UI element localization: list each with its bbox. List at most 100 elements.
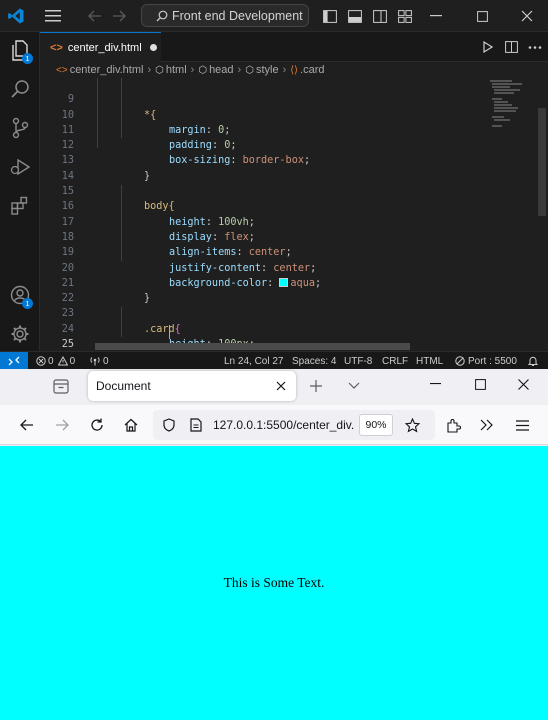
page-text: This is Some Text. [223,575,325,590]
toggle-secondary-sidebar-icon[interactable] [370,5,390,27]
split-editor-icon[interactable] [500,36,522,58]
tab-document[interactable]: Document [88,371,296,401]
toggle-panel-icon[interactable] [345,5,365,27]
forward-arrow-icon[interactable] [51,405,73,445]
command-center-text: Front end Development [172,8,303,23]
breadcrumb-head[interactable]: head [209,64,233,76]
firefox-window: Document 127.0.0.1:5500/center_div. 90% … [0,369,548,720]
problems-indicator[interactable]: 0 0 [36,352,75,370]
vscode-titlebar: Front end Development [0,0,548,32]
tab-label: center_div.html [67,41,142,54]
code-line: 21 } [40,261,480,304]
code-line: 13 } [40,138,480,181]
explorer-badge: 1 [22,53,33,64]
home-icon[interactable] [120,405,142,445]
nav-forward-icon[interactable] [108,4,130,28]
code-line: 24 height: 100px; [40,307,480,350]
code-line: 16 height: 100vh; [40,184,480,227]
browser-minimize-icon[interactable] [424,373,446,395]
bookmark-star-icon[interactable] [403,416,421,434]
toggle-primary-sidebar-icon[interactable] [320,5,340,27]
code-line: 23 .card{ [40,291,480,334]
cursor-position[interactable]: Ln 24, Col 27 [224,352,284,370]
window-maximize-icon[interactable] [470,5,494,27]
breadcrumb-file[interactable]: center_div.html [70,64,144,76]
unsaved-dot-icon[interactable] [149,44,157,51]
code-line-current: 25 [40,322,480,350]
breadcrumb-style[interactable]: style [256,64,279,76]
address-bar[interactable]: 127.0.0.1:5500/center_div.html 90% [153,410,435,440]
code-line: 22 [40,276,480,304]
run-icon[interactable] [477,36,499,58]
new-tab-icon[interactable] [306,375,326,397]
code-line: 17 display: flex; [40,199,480,243]
end-of-line[interactable]: CRLF [382,352,408,370]
overflow-chevrons-icon[interactable] [476,405,498,445]
code-line: 20 background-color: aqua; [40,245,480,289]
vscode-window: Front end Development 1 1 <> center_div.… [0,0,548,370]
chevron-right-icon: › [147,64,152,76]
source-control-icon[interactable] [0,111,40,145]
accounts-icon[interactable]: 1 [0,278,40,312]
accounts-badge: 1 [22,298,33,309]
element-icon: ⬡ [198,64,208,76]
minimap[interactable] [488,78,536,138]
code-line: 15 body{ [40,169,480,212]
window-minimize-icon[interactable] [424,5,448,27]
status-bar: 0 0 0 Ln 24, Col 27 Spaces: 4 UTF-8 CRLF… [0,351,548,370]
code-editor[interactable]: 9 *{ 10 margin: 0; 11 padding: 0; 12 box… [40,78,548,351]
run-debug-icon[interactable] [0,150,40,184]
customize-layout-icon[interactable] [395,5,415,27]
indentation[interactable]: Spaces: 4 [292,352,336,370]
url-text[interactable]: 127.0.0.1:5500/center_div.html [213,418,355,432]
hamburger-menu-icon[interactable] [511,405,533,445]
firefox-view-icon[interactable] [50,375,72,397]
browser-maximize-icon[interactable] [469,373,491,395]
zoom-level-button[interactable]: 90% [359,414,393,436]
tracking-protection-shield-icon[interactable] [161,417,177,433]
text-cursor [169,325,170,339]
manage-gear-icon[interactable] [0,317,40,351]
list-all-tabs-chevron-down-icon[interactable] [344,375,364,397]
tab-title: Document [96,379,151,393]
command-center-search[interactable]: Front end Development [141,4,309,27]
page-info-icon[interactable] [188,417,204,433]
element-icon: ⬡ [245,64,254,76]
code-line: 11 padding: 0; [40,108,480,151]
ports-indicator[interactable]: 0 [90,352,109,370]
activity-bar: 1 1 [0,32,40,351]
menu-icon[interactable] [40,4,66,28]
notifications-bell-icon[interactable] [528,352,538,370]
language-mode[interactable]: HTML [416,352,443,370]
nav-back-icon[interactable] [84,4,106,28]
reload-icon[interactable] [86,405,108,445]
ports-count: 0 [103,355,109,367]
extensions-icon[interactable] [0,189,40,223]
tab-close-icon[interactable] [272,377,290,395]
html-file-icon: <> [50,41,63,54]
extensions-puzzle-icon[interactable] [442,405,464,445]
editor-tabs: <> center_div.html [40,32,548,62]
warning-count: 0 [69,355,76,367]
more-actions-icon[interactable] [524,36,546,58]
encoding[interactable]: UTF-8 [344,352,372,370]
live-server-port[interactable]: Port : 5500 [455,352,517,370]
breadcrumb-card[interactable]: .card [300,64,324,76]
tab-center-div-html[interactable]: <> center_div.html [40,32,161,62]
code-line: 12 box-sizing: border-box; [40,123,480,166]
horizontal-scrollbar[interactable] [95,343,410,350]
page-viewport: This is Some Text. [0,446,548,720]
vertical-scrollbar[interactable] [538,108,546,216]
chevron-right-icon: › [237,64,242,76]
explorer-icon[interactable]: 1 [0,34,40,68]
browser-close-icon[interactable] [512,373,534,395]
code-line: 19 justify-content: center; [40,230,480,273]
search-view-icon[interactable] [0,72,40,106]
vscode-logo-icon [6,6,26,26]
html-file-icon: <> [56,64,68,76]
breadcrumb-html[interactable]: html [166,64,187,76]
back-arrow-icon[interactable] [16,405,38,445]
remote-indicator-icon[interactable] [0,352,28,370]
window-close-icon[interactable] [515,5,539,27]
code-line: 14 [40,154,480,182]
